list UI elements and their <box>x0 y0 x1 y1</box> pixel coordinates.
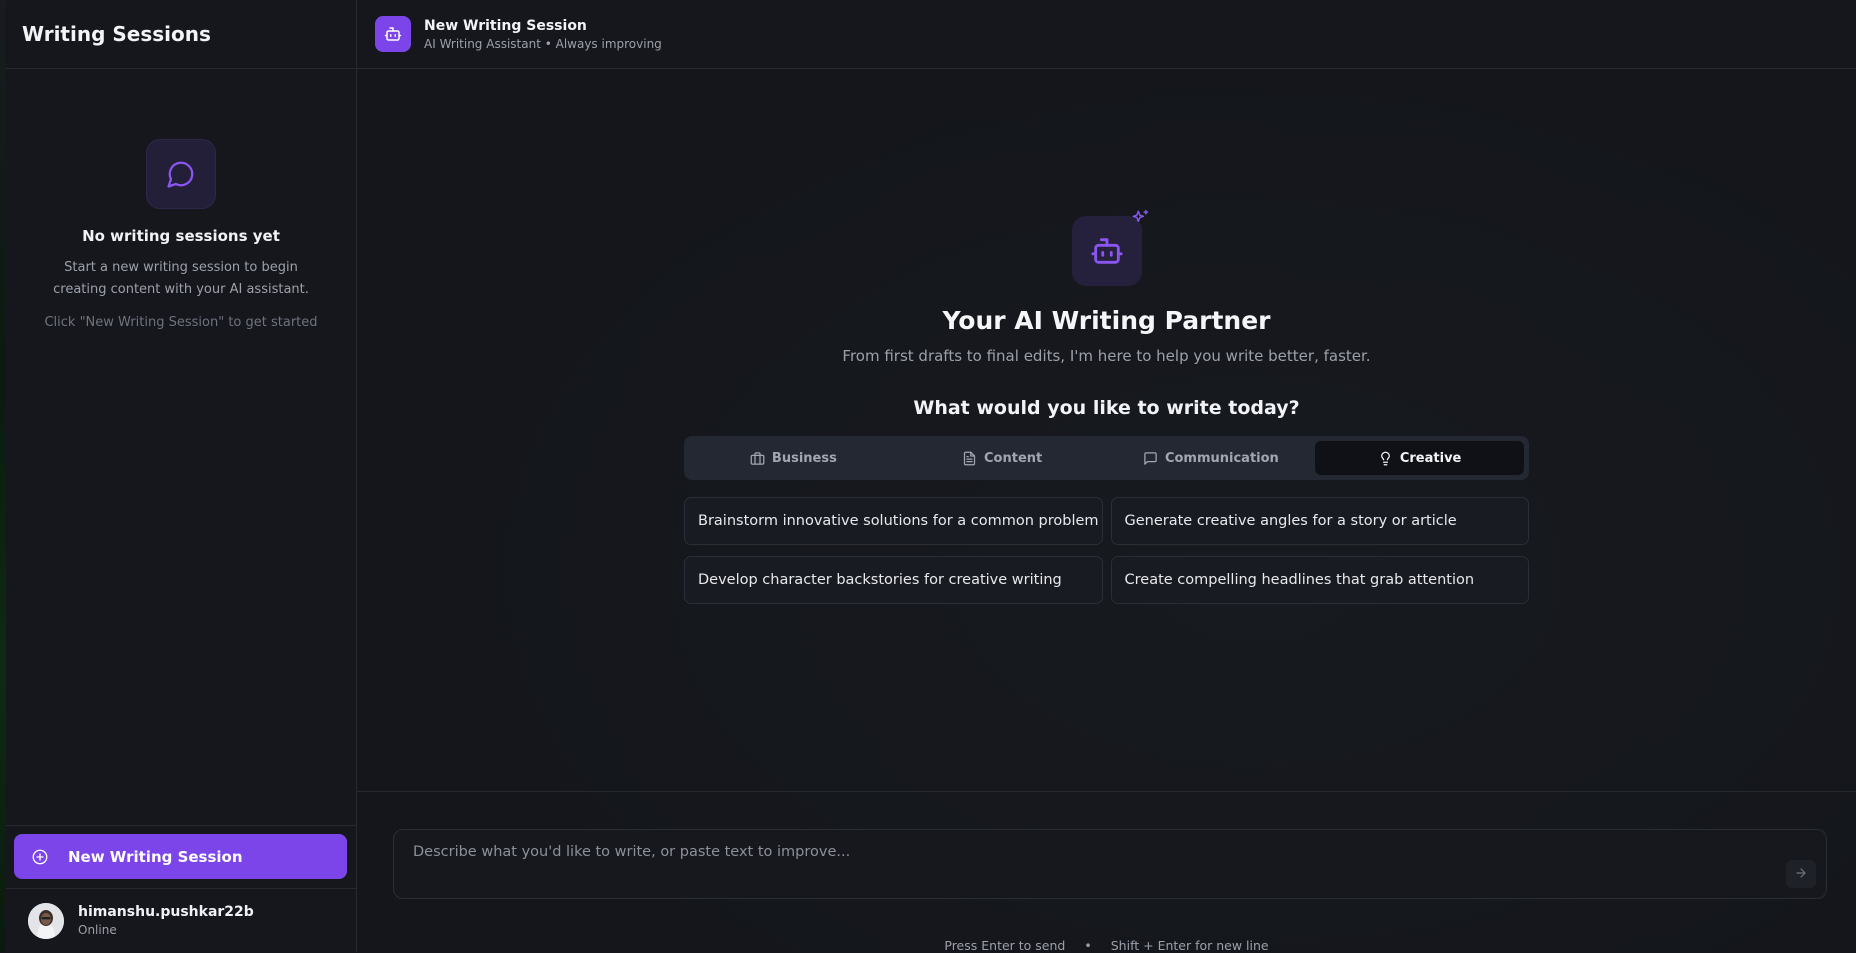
empty-title: No writing sessions yet <box>82 227 280 245</box>
user-profile[interactable]: himanshu.pushkar22b Online <box>6 888 356 952</box>
plus-circle-icon <box>31 848 49 866</box>
main-panel: New Writing Session AI Writing Assistant… <box>357 0 1856 953</box>
tab-content[interactable]: Content <box>898 441 1107 475</box>
empty-sessions-state: No writing sessions yet Start a new writ… <box>6 69 356 825</box>
new-writing-session-button[interactable]: New Writing Session <box>14 834 347 879</box>
suggestion-card[interactable]: Create compelling headlines that grab at… <box>1110 556 1529 604</box>
tab-label: Communication <box>1164 450 1279 466</box>
tab-label: Business <box>771 450 837 466</box>
user-status: Online <box>78 923 117 937</box>
sidebar-title: Writing Sessions <box>22 22 211 46</box>
session-subtitle: AI Writing Assistant • Always improving <box>424 36 662 51</box>
app-window: Writing Sessions No writing sessions yet… <box>0 0 1856 953</box>
message-icon <box>1143 451 1158 466</box>
send-button[interactable] <box>1786 860 1816 888</box>
arrow-right-icon <box>1794 865 1808 884</box>
user-name: himanshu.pushkar22b <box>78 904 254 920</box>
new-session-label: New Writing Session <box>68 847 243 866</box>
hint-newline: Shift + Enter for new line <box>1110 938 1269 953</box>
hint-separator: • <box>1084 938 1092 953</box>
lightbulb-icon <box>1378 451 1393 466</box>
sidebar: Writing Sessions No writing sessions yet… <box>6 0 357 952</box>
message-input-box[interactable] <box>393 829 1827 899</box>
message-input[interactable] <box>411 843 1711 861</box>
avatar <box>28 902 64 939</box>
session-header: New Writing Session AI Writing Assistant… <box>357 0 1856 69</box>
empty-hint: Click "New Writing Session" to get start… <box>44 315 318 330</box>
sparkles-icon <box>1130 208 1150 232</box>
suggestion-card[interactable]: Generate creative angles for a story or … <box>1110 497 1529 545</box>
tab-communication[interactable]: Communication <box>1107 441 1316 475</box>
category-tabs: Business Content Communication Creative <box>684 436 1529 480</box>
hint-send: Press Enter to send <box>944 938 1066 953</box>
welcome-content: Your AI Writing Partner From first draft… <box>357 69 1856 791</box>
tab-label: Content <box>984 450 1043 466</box>
document-icon <box>962 451 977 466</box>
session-title: New Writing Session <box>424 17 587 34</box>
hero-icon <box>1071 209 1148 286</box>
user-meta: himanshu.pushkar22b Online <box>78 904 254 937</box>
keyboard-hints: Press Enter to send • Shift + Enter for … <box>357 938 1856 953</box>
briefcase-icon <box>750 451 765 466</box>
tab-creative[interactable]: Creative <box>1315 441 1524 475</box>
sidebar-actions: New Writing Session <box>6 825 356 888</box>
tab-label: Creative <box>1399 450 1462 466</box>
suggestion-card[interactable]: Develop character backstories for creati… <box>684 556 1103 604</box>
session-header-text: New Writing Session AI Writing Assistant… <box>424 18 662 51</box>
hero-subtitle: From first drafts to final edits, I'm he… <box>842 347 1371 365</box>
hero-title: Your AI Writing Partner <box>942 306 1271 335</box>
prompt-question: What would you like to write today? <box>913 397 1300 419</box>
suggestion-grid: Brainstorm innovative solutions for a co… <box>684 497 1529 604</box>
suggestion-card[interactable]: Brainstorm innovative solutions for a co… <box>684 497 1103 545</box>
robot-icon <box>375 16 411 52</box>
tab-business[interactable]: Business <box>689 441 898 475</box>
sidebar-header: Writing Sessions <box>6 0 356 69</box>
composer: Press Enter to send • Shift + Enter for … <box>357 791 1856 953</box>
empty-description: Start a new writing session to begin cre… <box>53 260 309 297</box>
chat-bubble-icon <box>146 139 216 209</box>
